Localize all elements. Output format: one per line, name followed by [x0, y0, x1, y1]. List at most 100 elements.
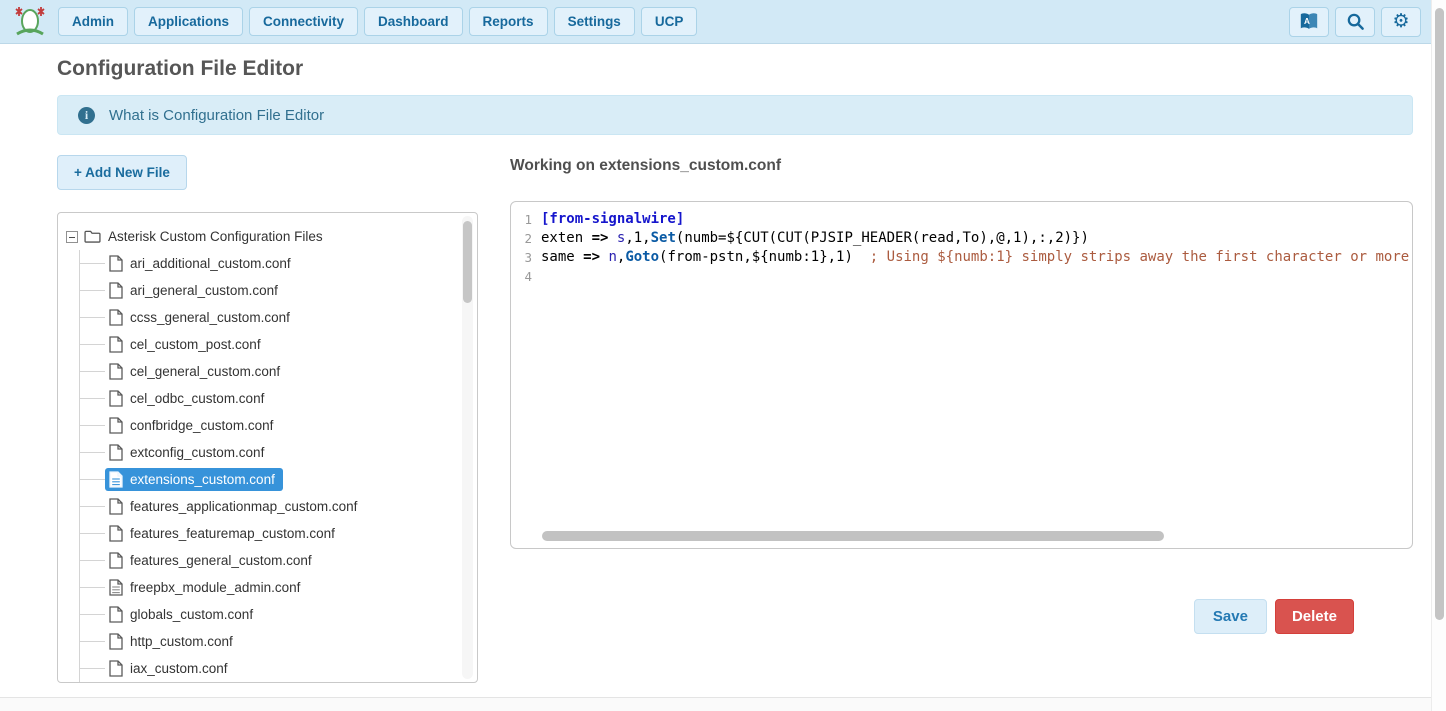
code-text	[541, 267, 1412, 286]
nav-right-icons: A ⚙	[1289, 7, 1421, 37]
tree-item-label: cel_general_custom.conf	[130, 364, 280, 379]
tree-item-label: globals_custom.conf	[130, 607, 253, 622]
page-scrollbar-thumb[interactable]	[1435, 8, 1444, 620]
code-line[interactable]: 4	[517, 267, 1412, 286]
code-line[interactable]: 3same => n,Goto(from-pstn,${numb:1},1) ;…	[517, 248, 1412, 267]
save-button[interactable]: Save	[1194, 599, 1267, 634]
line-number: 1	[517, 210, 541, 229]
file-icon	[109, 552, 123, 569]
file-icon	[109, 471, 123, 488]
tree-item[interactable]: http_custom.conf	[79, 628, 477, 655]
nav-item-connectivity[interactable]: Connectivity	[249, 7, 358, 37]
file-icon	[109, 525, 123, 542]
code-line[interactable]: 2exten => s,1,Set(numb=${CUT(CUT(PJSIP_H…	[517, 229, 1412, 248]
file-icon	[109, 660, 123, 677]
page-scrollbar[interactable]	[1431, 0, 1446, 711]
file-icon	[109, 309, 123, 326]
file-sidebar: + Add New File Asterisk Custom Configura…	[57, 155, 478, 683]
page-content: Configuration File Editor i What is Conf…	[0, 44, 1431, 683]
folder-icon	[84, 230, 101, 243]
tree-item-label: features_applicationmap_custom.conf	[130, 499, 357, 514]
file-icon	[109, 444, 123, 461]
add-new-file-button[interactable]: + Add New File	[57, 155, 187, 190]
code-text: exten => s,1,Set(numb=${CUT(CUT(PJSIP_HE…	[541, 229, 1412, 248]
top-navbar: AdminApplicationsConnectivityDashboardRe…	[0, 0, 1431, 44]
tree-item[interactable]: features_applicationmap_custom.conf	[79, 493, 477, 520]
working-on-heading: Working on extensions_custom.conf	[510, 157, 1413, 175]
search-button[interactable]	[1335, 7, 1375, 37]
tree-item[interactable]: ari_general_custom.conf	[79, 277, 477, 304]
editor-column: Working on extensions_custom.conf 1[from…	[510, 155, 1413, 683]
nav-item-reports[interactable]: Reports	[469, 7, 548, 37]
file-icon	[109, 498, 123, 515]
info-banner-text: What is Configuration File Editor	[109, 107, 324, 124]
translate-button[interactable]: A	[1289, 7, 1329, 37]
settings-button[interactable]: ⚙	[1381, 7, 1421, 37]
tree-item-label: ccss_general_custom.conf	[130, 310, 290, 325]
tree-item[interactable]: iax_custom_post.conf	[79, 682, 477, 683]
nav-item-admin[interactable]: Admin	[58, 7, 128, 37]
tree-root[interactable]: Asterisk Custom Configuration Files	[66, 223, 477, 250]
tree-item-label: extconfig_custom.conf	[130, 445, 264, 460]
file-icon	[109, 390, 123, 407]
line-number: 3	[517, 248, 541, 267]
tree-item-label: cel_odbc_custom.conf	[130, 391, 264, 406]
file-icon	[109, 417, 123, 434]
file-icon	[109, 633, 123, 650]
collapse-icon[interactable]	[66, 231, 78, 243]
footer-strip	[0, 697, 1431, 711]
tree-item[interactable]: ccss_general_custom.conf	[79, 304, 477, 331]
info-banner[interactable]: i What is Configuration File Editor	[57, 95, 1413, 135]
line-number: 2	[517, 229, 541, 248]
code-line[interactable]: 1[from-signalwire]	[517, 210, 1412, 229]
tree-item[interactable]: freepbx_module_admin.conf	[79, 574, 477, 601]
tree-item-label: freepbx_module_admin.conf	[130, 580, 300, 595]
tree-item[interactable]: features_featuremap_custom.conf	[79, 520, 477, 547]
tree-item[interactable]: confbridge_custom.conf	[79, 412, 477, 439]
tree-root-label: Asterisk Custom Configuration Files	[108, 229, 323, 244]
gear-icon: ⚙	[1392, 12, 1409, 31]
tree-item[interactable]: cel_general_custom.conf	[79, 358, 477, 385]
tree-item-label: features_general_custom.conf	[130, 553, 312, 568]
tree-item-label: iax_custom.conf	[130, 661, 228, 676]
tree-item[interactable]: globals_custom.conf	[79, 601, 477, 628]
nav-item-dashboard[interactable]: Dashboard	[364, 7, 463, 37]
action-buttons: Save Delete	[510, 599, 1413, 634]
config-code-editor[interactable]: 1[from-signalwire]2exten => s,1,Set(numb…	[510, 201, 1413, 549]
file-icon	[109, 336, 123, 353]
tree-item[interactable]: features_general_custom.conf	[79, 547, 477, 574]
tree-item[interactable]: iax_custom.conf	[79, 655, 477, 682]
tree-item[interactable]: ari_additional_custom.conf	[79, 250, 477, 277]
tree-item[interactable]: cel_odbc_custom.conf	[79, 385, 477, 412]
tree-item-label: ari_general_custom.conf	[130, 283, 278, 298]
code-lines: 1[from-signalwire]2exten => s,1,Set(numb…	[517, 210, 1412, 286]
file-icon	[109, 363, 123, 380]
tree-item[interactable]: cel_custom_post.conf	[79, 331, 477, 358]
file-icon	[109, 282, 123, 299]
delete-button[interactable]: Delete	[1275, 599, 1354, 634]
info-icon: i	[78, 107, 95, 124]
nav-item-ucp[interactable]: UCP	[641, 7, 698, 37]
tree-scrollbar-thumb[interactable]	[463, 221, 472, 303]
file-tree-panel: Asterisk Custom Configuration Files ari_…	[57, 212, 478, 683]
nav-item-settings[interactable]: Settings	[554, 7, 635, 37]
tree-item-label: features_featuremap_custom.conf	[130, 526, 335, 541]
nav-item-applications[interactable]: Applications	[134, 7, 243, 37]
translate-icon: A	[1298, 12, 1320, 32]
editor-horizontal-scrollbar[interactable]	[542, 531, 1164, 541]
tree-children: ari_additional_custom.conf ari_general_cu…	[79, 250, 477, 683]
search-icon	[1346, 12, 1365, 31]
code-text: [from-signalwire]	[541, 210, 1412, 229]
file-icon	[109, 255, 123, 272]
tree-item-label: confbridge_custom.conf	[130, 418, 273, 433]
code-text: same => n,Goto(from-pstn,${numb:1},1) ; …	[541, 248, 1412, 267]
tree-item[interactable]: extconfig_custom.conf	[79, 439, 477, 466]
file-icon	[109, 606, 123, 623]
freepbx-logo[interactable]	[12, 6, 48, 38]
file-icon	[109, 579, 123, 596]
line-number: 4	[517, 267, 541, 286]
tree-item[interactable]: extensions_custom.conf	[79, 466, 477, 493]
tree-item-label: ari_additional_custom.conf	[130, 256, 291, 271]
tree-item-label: http_custom.conf	[130, 634, 233, 649]
nav-menu: AdminApplicationsConnectivityDashboardRe…	[58, 7, 697, 37]
